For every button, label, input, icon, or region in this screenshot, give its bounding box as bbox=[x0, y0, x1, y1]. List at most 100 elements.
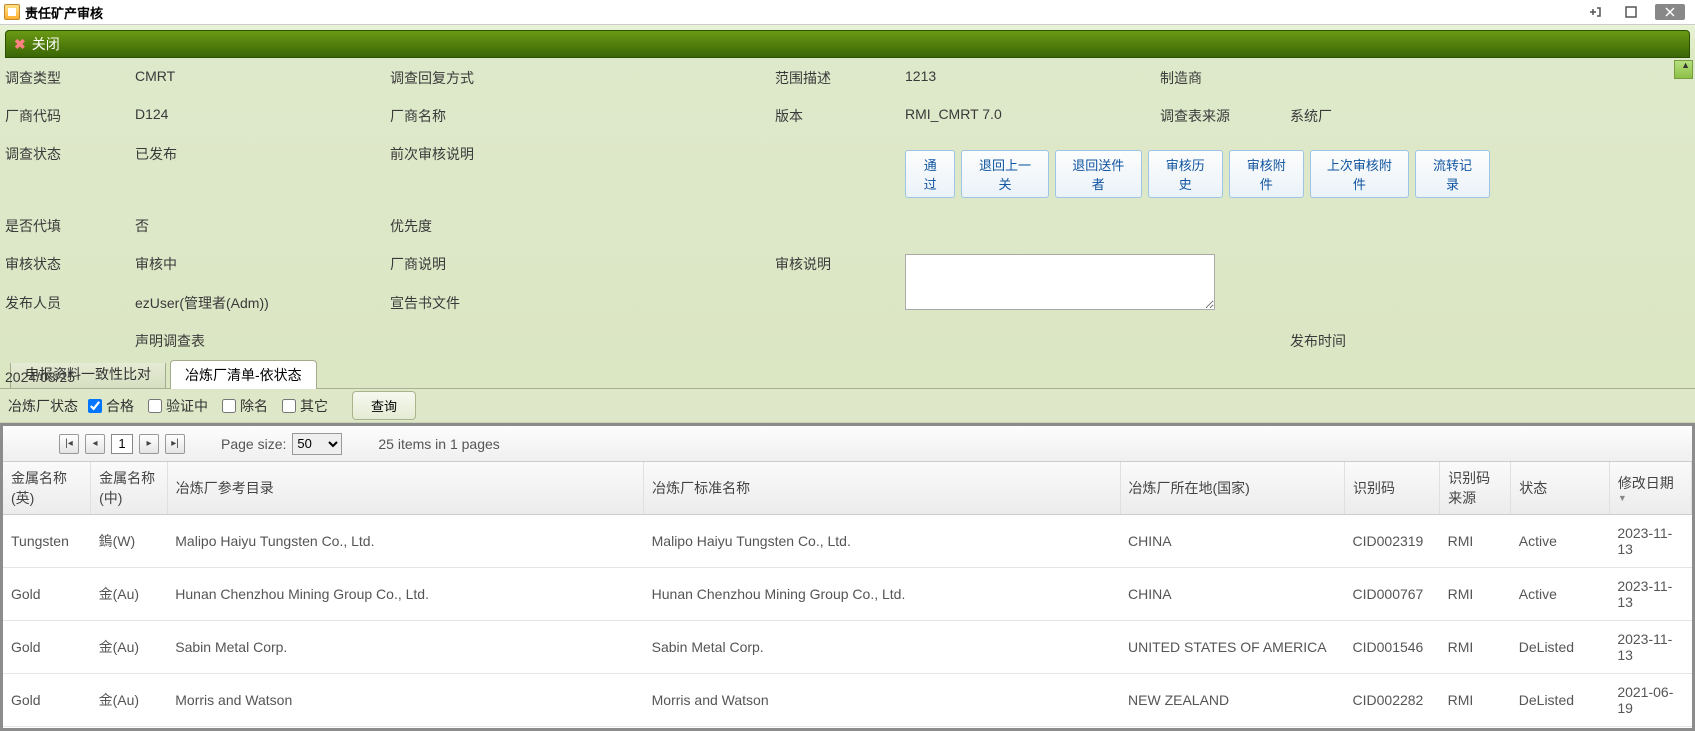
cell-std: Malipo Haiyu Tungsten Co., Ltd. bbox=[644, 515, 1120, 568]
app-icon bbox=[4, 4, 20, 20]
close-button-label[interactable]: 关闭 bbox=[32, 34, 60, 54]
label-declare-survey: 声明调查表 bbox=[135, 331, 390, 351]
cell-std: Morris and Watson bbox=[644, 674, 1120, 727]
label-publisher: 发布人员 bbox=[5, 293, 135, 313]
cell-ref: Morris and Watson bbox=[167, 674, 643, 727]
query-button[interactable]: 查询 bbox=[352, 391, 416, 420]
maximize-icon[interactable] bbox=[1619, 4, 1643, 20]
cell-std: Sabin Metal Corp. bbox=[644, 621, 1120, 674]
table-row[interactable]: Gold金(Au)Hunan Chenzhou Mining Group Co.… bbox=[3, 568, 1692, 621]
cell-id: CID002282 bbox=[1345, 674, 1440, 727]
table-row[interactable]: Gold金(Au)Sabin Metal Corp.Sabin Metal Co… bbox=[3, 621, 1692, 674]
value-scope-desc: 1213 bbox=[905, 68, 1160, 84]
checkbox-other[interactable] bbox=[282, 399, 296, 413]
col-std-name[interactable]: 冶炼厂标准名称 bbox=[644, 462, 1120, 515]
audit-history-button[interactable]: 审核历史 bbox=[1148, 150, 1223, 198]
cell-metal_cn: 金(Au) bbox=[91, 621, 168, 674]
flow-record-button[interactable]: 流转记录 bbox=[1415, 150, 1490, 198]
audit-attach-button[interactable]: 审核附件 bbox=[1229, 150, 1304, 198]
label-mfr-code: 厂商代码 bbox=[5, 106, 135, 126]
cell-src: RMI bbox=[1440, 621, 1511, 674]
label-publish-time: 发布时间 bbox=[1290, 331, 1490, 351]
col-status[interactable]: 状态 bbox=[1511, 462, 1610, 515]
page-size-select[interactable]: 50 bbox=[292, 433, 342, 455]
return-sender-button[interactable]: 退回送件者 bbox=[1055, 150, 1142, 198]
label-survey-status: 调查状态 bbox=[5, 144, 135, 164]
toolbar: ✖ 关闭 bbox=[5, 30, 1690, 58]
label-is-proxy: 是否代填 bbox=[5, 216, 135, 236]
checkbox-delisted[interactable] bbox=[222, 399, 236, 413]
approve-button[interactable]: 通过 bbox=[905, 150, 955, 198]
checkbox-ok[interactable] bbox=[88, 399, 102, 413]
label-mfr-name: 厂商名称 bbox=[390, 106, 545, 126]
cell-ref: Sabin Metal Corp. bbox=[167, 621, 643, 674]
cell-metal_en: Gold bbox=[3, 621, 91, 674]
filter-bar: 冶炼厂状态 合格 验证中 除名 其它 查询 bbox=[0, 389, 1695, 423]
label-priority: 优先度 bbox=[390, 216, 545, 236]
close-icon[interactable] bbox=[1655, 4, 1685, 20]
filter-opt-delisted[interactable]: 除名 bbox=[222, 396, 268, 416]
col-id-src[interactable]: 识别码来源 bbox=[1440, 462, 1511, 515]
checkbox-verifying[interactable] bbox=[148, 399, 162, 413]
value-survey-source: 系统厂 bbox=[1290, 106, 1490, 126]
value-mfr-code: D124 bbox=[135, 106, 390, 122]
pager-summary: 25 items in 1 pages bbox=[378, 436, 499, 452]
filter-opt-verifying[interactable]: 验证中 bbox=[148, 396, 208, 416]
cell-date: 2023-11-13 bbox=[1609, 621, 1691, 674]
filter-opt-ok[interactable]: 合格 bbox=[88, 396, 134, 416]
cell-country: NEW ZEALAND bbox=[1120, 674, 1345, 727]
pin-icon[interactable] bbox=[1583, 4, 1607, 20]
close-toolbar-icon[interactable]: ✖ bbox=[14, 36, 26, 53]
col-mod-date[interactable]: 修改日期▼ bbox=[1609, 462, 1691, 515]
title-bar: 责任矿产审核 bbox=[0, 0, 1695, 25]
value-survey-status: 已发布 bbox=[135, 144, 390, 164]
cell-date: 2023-11-13 bbox=[1609, 568, 1691, 621]
return-prev-button[interactable]: 退回上一关 bbox=[961, 150, 1048, 198]
filter-label: 冶炼厂状态 bbox=[8, 396, 78, 416]
cell-id: CID000767 bbox=[1345, 568, 1440, 621]
last-audit-attach-button[interactable]: 上次审核附件 bbox=[1310, 150, 1409, 198]
cell-id: CID002319 bbox=[1345, 515, 1440, 568]
cell-country: CHINA bbox=[1120, 568, 1345, 621]
label-mfr-note: 厂商说明 bbox=[390, 254, 545, 274]
label-survey-type: 调查类型 bbox=[5, 68, 135, 88]
cell-src: RMI bbox=[1440, 568, 1511, 621]
label-prev-audit-note: 前次审核说明 bbox=[390, 144, 545, 164]
cell-country: CHINA bbox=[1120, 515, 1345, 568]
cell-date: 2023-11-13 bbox=[1609, 515, 1691, 568]
last-page-button[interactable]: ▸| bbox=[165, 434, 185, 454]
table-row[interactable]: Tungsten鎢(W)Malipo Haiyu Tungsten Co., L… bbox=[3, 515, 1692, 568]
label-manufacturer: 制造商 bbox=[1160, 68, 1290, 88]
next-page-button[interactable]: ▸ bbox=[139, 434, 159, 454]
cell-src: RMI bbox=[1440, 674, 1511, 727]
cell-date: 2021-06-19 bbox=[1609, 674, 1691, 727]
label-audit-note: 审核说明 bbox=[775, 254, 905, 274]
first-page-button[interactable]: |◂ bbox=[59, 434, 79, 454]
cell-metal_cn: 鎢(W) bbox=[91, 515, 168, 568]
filter-opt-other[interactable]: 其它 bbox=[282, 396, 328, 416]
value-audit-status: 审核中 bbox=[135, 254, 390, 274]
tab-smelter-list[interactable]: 冶炼厂清单-依状态 bbox=[170, 360, 317, 389]
col-id[interactable]: 识别码 bbox=[1345, 462, 1440, 515]
cell-metal_cn: 金(Au) bbox=[91, 568, 168, 621]
cell-metal_cn: 金(Au) bbox=[91, 674, 168, 727]
page-input[interactable] bbox=[111, 434, 133, 454]
label-version: 版本 bbox=[775, 106, 905, 126]
col-metal-en[interactable]: 金属名称(英) bbox=[3, 462, 91, 515]
table-row[interactable]: Gold金(Au)Morris and WatsonMorris and Wat… bbox=[3, 674, 1692, 727]
audit-note-textarea[interactable] bbox=[905, 254, 1215, 310]
prev-page-button[interactable]: ◂ bbox=[85, 434, 105, 454]
cell-status: DeListed bbox=[1511, 674, 1610, 727]
page-size-label: Page size: bbox=[221, 436, 286, 452]
col-metal-cn[interactable]: 金属名称(中) bbox=[91, 462, 168, 515]
label-declare-file: 宣告书文件 bbox=[390, 293, 545, 313]
cell-metal_en: Gold bbox=[3, 674, 91, 727]
col-ref-catalog[interactable]: 冶炼厂参考目录 bbox=[167, 462, 643, 515]
sort-desc-icon: ▼ bbox=[1618, 493, 1683, 503]
cell-metal_en: Gold bbox=[3, 568, 91, 621]
col-country[interactable]: 冶炼厂所在地(国家) bbox=[1120, 462, 1345, 515]
form-panel: 调查类型 CMRT 调查回复方式 范围描述 1213 制造商 厂商代码 D124… bbox=[0, 58, 1695, 363]
value-survey-type: CMRT bbox=[135, 68, 390, 84]
value-publish-time: 2024/03/25 bbox=[5, 369, 135, 385]
table-header-row: 金属名称(英) 金属名称(中) 冶炼厂参考目录 冶炼厂标准名称 冶炼厂所在地(国… bbox=[3, 462, 1692, 515]
